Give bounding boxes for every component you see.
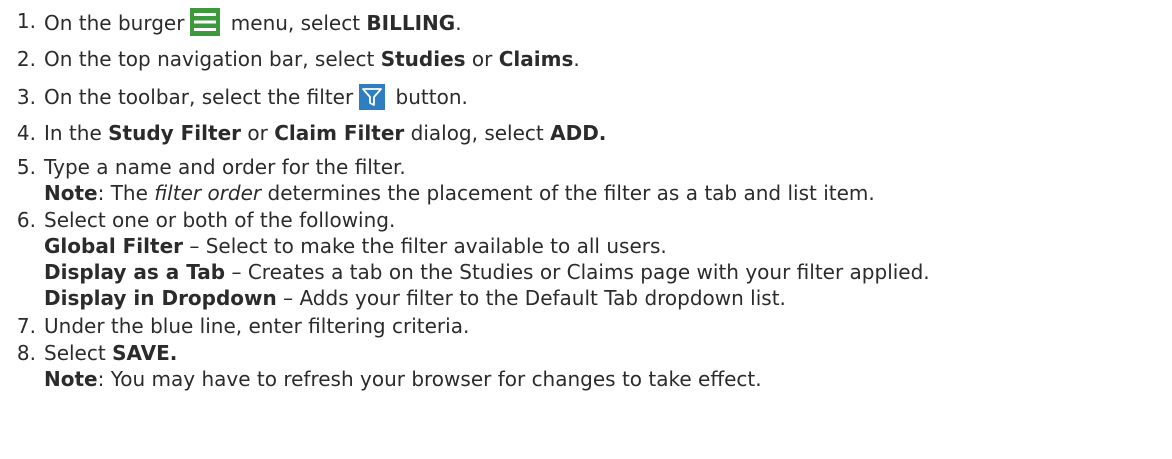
note-label: Note: [44, 367, 98, 391]
step-number: 2.: [16, 47, 36, 71]
option-global-filter: Global Filter – Select to make the filte…: [44, 234, 667, 258]
billing-label: BILLING: [366, 11, 456, 35]
filter-order-term: filter order: [154, 181, 262, 205]
instruction-list: 1. On the burger menu, select BILLING. 2…: [0, 0, 1172, 459]
claims-label: Claims: [498, 47, 574, 71]
step-number: 6.: [16, 208, 36, 232]
option-display-in-dropdown: Display in Dropdown – Adds your filter t…: [44, 286, 786, 310]
filter-icon: [359, 84, 386, 110]
option-display-as-tab: Display as a Tab – Creates a tab on the …: [44, 260, 930, 284]
step-5-note: Note: The filter order determines the pl…: [44, 181, 875, 205]
step-number: 7.: [16, 314, 36, 338]
step-number: 1.: [16, 9, 36, 33]
step-text: Type a name and order for the filter.: [44, 155, 406, 179]
burger-menu-icon: [190, 8, 221, 36]
note-label: Note: [44, 181, 98, 205]
step-text: Select one or both of the following.: [44, 208, 396, 232]
study-filter-label: Study Filter: [108, 121, 242, 145]
step-text: On the burger: [44, 11, 185, 35]
step-8-note: Note: You may have to refresh your brows…: [44, 367, 762, 391]
step-number: 8.: [16, 341, 36, 365]
step-text: Under the blue line, enter filtering cri…: [44, 314, 470, 338]
claim-filter-label: Claim Filter: [274, 121, 405, 145]
step-number: 3.: [16, 85, 36, 109]
step-number: 5.: [16, 155, 36, 179]
step-number: 4.: [16, 121, 36, 145]
add-label: ADD.: [550, 121, 607, 145]
studies-label: Studies: [380, 47, 466, 71]
save-label: SAVE.: [112, 341, 178, 365]
